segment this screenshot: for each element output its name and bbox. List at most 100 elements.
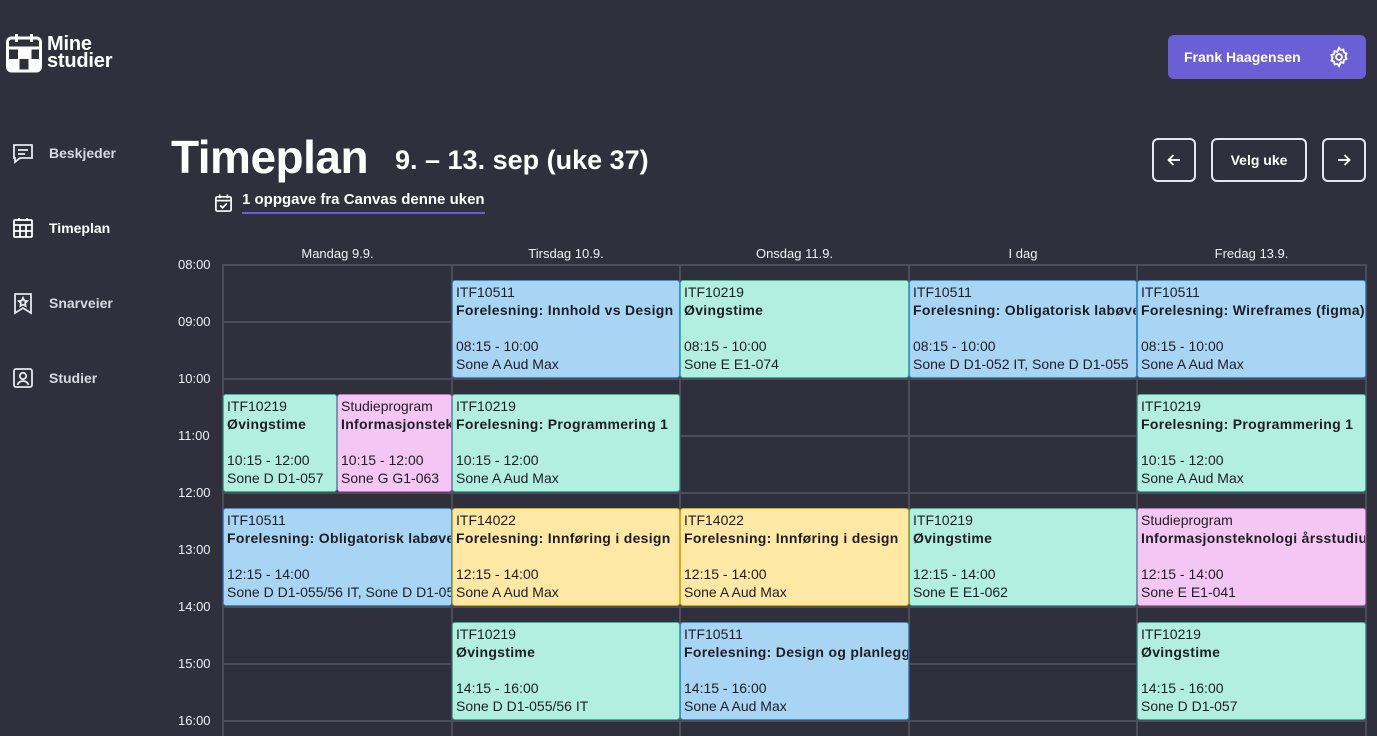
arrow-left-icon [1167,154,1180,166]
logo-text: Mine studier [47,34,113,72]
schedule-event[interactable]: ITF10511 Forelesning: Obligatorisk labøv… [909,280,1137,378]
sidebar-item-beskjeder[interactable]: Beskjeder [11,141,116,165]
bookmark-star-icon [14,293,32,315]
canvas-link-text: 1 oppgave fra Canvas denne uken [242,191,485,214]
event-course-code: ITF10511 [456,284,515,300]
event-title: Forelesning: Wireframes (figma) [1141,302,1365,318]
schedule-event[interactable]: ITF10219 Øvingstime 14:15 - 16:00 Sone D… [1137,622,1366,720]
calendar-check-icon [215,193,232,212]
day-header-friday: Fredag 13.9. [1214,246,1289,261]
user-card-icon [13,368,33,388]
schedule-event[interactable]: Studieprogram Informasjonsteknologi årss… [1137,508,1366,606]
sidebar-item-label: Snarveier [49,295,113,311]
calendar-icon [13,218,33,238]
sidebar-item-label: Timeplan [49,220,111,236]
gear-icon [1330,46,1348,68]
event-room: Sone G G1-063 [341,470,440,486]
message-icon [13,144,33,164]
event-title: Forelesning: Innføring i design [456,530,671,546]
grid-line [223,606,1366,608]
event-room: Sone A Aud Max [456,584,559,600]
event-time: 12:15 - 14:00 [456,566,539,582]
event-room: Sone A Aud Max [684,698,787,714]
event-time: 10:15 - 12:00 [456,452,539,468]
event-time: 14:15 - 16:00 [1141,680,1224,696]
schedule-event[interactable]: ITF10219 Øvingstime 14:15 - 16:00 Sone D… [452,622,680,720]
schedule-event[interactable]: ITF10511 Forelesning: Innhold vs Design … [452,280,680,378]
grid-line [223,378,1366,380]
event-time: 12:15 - 14:00 [684,566,767,582]
canvas-assignments-link[interactable]: 1 oppgave fra Canvas denne uken [214,191,485,214]
arrow-right-icon [1338,154,1351,166]
event-title: Forelesning: Innføring i design [684,530,899,546]
time-label: 16:00 [178,713,211,728]
event-room: Sone A Aud Max [456,470,559,486]
event-title: Forelesning: Programmering 1 [1141,416,1354,432]
user-menu-button[interactable]: Frank Haagensen [1168,35,1366,79]
schedule-event[interactable]: ITF10219 Øvingstime 10:15 - 12:00 Sone D… [223,394,337,492]
grid-line [223,720,1366,722]
event-title: Informasjonsteknologi årsstudium [1141,530,1366,546]
event-time: 12:15 - 14:00 [227,566,310,582]
event-room: Sone A Aud Max [456,356,559,372]
event-course-code: ITF10219 [684,284,744,300]
sidebar-item-studier[interactable]: Studier [11,366,97,390]
event-time: 08:15 - 10:00 [456,338,539,354]
event-time: 12:15 - 14:00 [913,566,996,582]
schedule-event[interactable]: ITF14022 Forelesning: Innføring i design… [680,508,909,606]
app-logo[interactable]: Mine studier [6,33,112,73]
event-title: Forelesning: Programmering 1 [456,416,669,432]
time-label: 11:00 [178,428,210,443]
schedule-event[interactable]: ITF14022 Forelesning: Innføring i design… [452,508,680,606]
time-label: 15:00 [178,656,211,671]
event-time: 12:15 - 14:00 [1141,566,1224,582]
time-label: 08:00 [178,257,211,272]
event-room: Sone A Aud Max [1141,470,1244,486]
event-course-code: ITF10219 [913,512,973,528]
page-title: Timeplan [171,131,369,183]
schedule-event[interactable]: ITF10511 Forelesning: Obligatorisk labøv… [223,508,452,606]
schedule-event[interactable]: ITF10219 Forelesning: Programmering 1 10… [452,394,680,492]
sidebar-item-snarveier[interactable]: Snarveier [11,291,113,315]
schedule-event[interactable]: ITF10511 Forelesning: Wireframes (figma)… [1137,280,1366,378]
event-title: Øvingstime [684,302,764,318]
schedule-event[interactable]: Studieprogram Informasjonsteknologi 10:1… [337,394,452,492]
event-course-code: ITF10219 [227,398,287,414]
event-time: 10:15 - 12:00 [341,452,424,468]
event-time: 08:15 - 10:00 [1141,338,1224,354]
calendar-logo-icon [6,34,42,73]
day-header-monday: Mandag 9.9. [301,246,374,261]
logo-line2: studier [47,50,113,72]
event-room: Sone E E1-062 [913,584,1008,600]
event-title: Forelesning: Design og planlegging [684,644,909,660]
sidebar-item-timeplan[interactable]: Timeplan [11,216,110,240]
event-course-code: ITF10219 [456,398,516,414]
event-time: 10:15 - 12:00 [227,452,310,468]
event-title: Øvingstime [913,530,993,546]
previous-week-button[interactable] [1152,138,1196,182]
schedule-event[interactable]: ITF10219 Øvingstime 08:15 - 10:00 Sone E… [680,280,909,378]
event-course-code: ITF10219 [1141,398,1201,414]
event-title: Øvingstime [456,644,536,660]
event-room: Sone E E1-041 [1141,584,1236,600]
time-label: 09:00 [178,314,211,329]
event-course-code: ITF14022 [456,512,516,528]
day-header-tuesday: Tirsdag 10.9. [528,246,604,261]
schedule-event[interactable]: ITF10219 Øvingstime 12:15 - 14:00 Sone E… [909,508,1137,606]
event-time: 10:15 - 12:00 [1141,452,1224,468]
choose-week-button[interactable]: Velg uke [1211,138,1307,182]
sidebar-item-label: Studier [49,370,98,386]
event-room: Sone A Aud Max [1141,356,1244,372]
event-course-code: ITF10219 [456,626,516,642]
event-room: Sone D D1-052 IT, Sone D D1-055 [913,356,1129,372]
event-course-code: ITF10511 [913,284,972,300]
schedule-event[interactable]: ITF10511 Forelesning: Design og planlegg… [680,622,909,720]
event-course-code: ITF14022 [684,512,744,528]
grid-line [223,264,1366,266]
schedule-event[interactable]: ITF10219 Forelesning: Programmering 1 10… [1137,394,1366,492]
time-label: 12:00 [178,485,211,500]
event-course-code: ITF10511 [684,626,743,642]
event-room: Sone E E1-074 [684,356,779,372]
next-week-button[interactable] [1322,138,1366,182]
event-title: Øvingstime [227,416,307,432]
